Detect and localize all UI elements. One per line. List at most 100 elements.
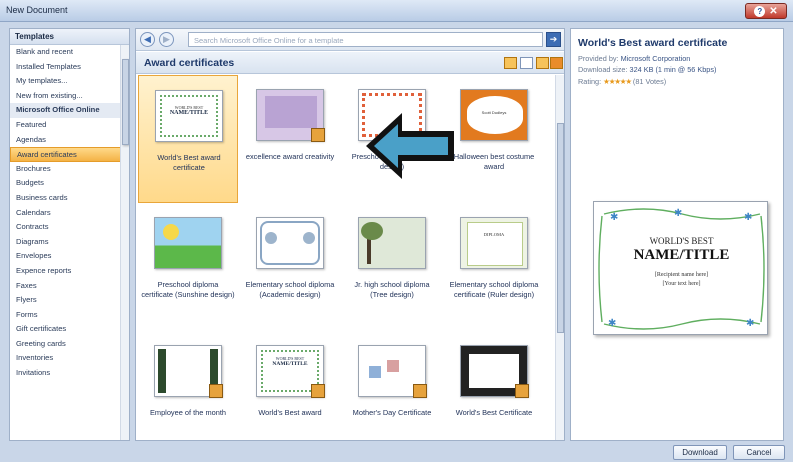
thumb-text: NAME/TITLE — [272, 361, 308, 367]
template-tile[interactable]: Preschool diploma certificate (Sunshine … — [138, 203, 238, 331]
sidebar-item[interactable]: Flyers — [10, 293, 129, 308]
sidebar-item[interactable]: Gift certificates — [10, 322, 129, 337]
search-input[interactable]: Search Microsoft Office Online for a tem… — [188, 32, 543, 47]
sidebar-item[interactable]: Invitations — [10, 366, 129, 381]
svg-text:✱: ✱ — [608, 318, 616, 329]
thumb-text: NAME/TITLE — [169, 110, 209, 116]
gallery-title: Award certificates — [144, 57, 235, 69]
size-value: 324 KB (1 min @ 56 Kbps) — [629, 65, 717, 74]
rating-label: Rating: — [578, 77, 602, 86]
certificate-thumbnail: WORLD'S BEST NAME/TITLE — [256, 345, 325, 398]
rating-stars-icon: ★★★★★ — [603, 77, 632, 86]
templates-sidebar: Templates Blank and recent Installed Temp… — [9, 28, 130, 441]
svg-text:✱: ✱ — [746, 318, 754, 329]
sidebar-list: Blank and recent Installed Templates My te… — [10, 45, 129, 381]
template-tile[interactable]: excellence award creativity — [240, 75, 340, 203]
scroll-thumb[interactable] — [557, 123, 564, 333]
template-label: excellence award creativity — [245, 152, 335, 161]
template-label: Halloween best costume award — [453, 152, 535, 171]
download-badge-icon — [311, 128, 325, 142]
certificate-thumbnail: WORLD'S BEST NAME/TITLE — [155, 90, 223, 142]
sidebar-item[interactable]: New from existing... — [10, 89, 129, 104]
preview-heading: WORLD'S BEST — [649, 236, 714, 246]
sidebar-item[interactable]: Greeting cards — [10, 337, 129, 352]
template-label: World's Best Certificate — [455, 408, 533, 417]
template-tile[interactable]: Employee of the month — [138, 331, 238, 459]
template-tile[interactable]: World's Best Certificate — [444, 331, 544, 459]
gallery-header: Award certificates — [136, 52, 564, 74]
template-tile[interactable]: WORLD'S BEST NAME/TITLE World's Best awa… — [138, 75, 238, 203]
sidebar-item[interactable]: Forms — [10, 308, 129, 323]
sidebar-item[interactable]: Faxes — [10, 279, 129, 294]
sidebar-item[interactable]: Installed Templates — [10, 60, 129, 75]
sort-icon[interactable] — [504, 57, 517, 69]
sidebar-item[interactable]: Agendas — [10, 133, 129, 148]
sidebar-item[interactable]: Envelopes — [10, 249, 129, 264]
help-icon[interactable]: ? — [754, 5, 766, 17]
thumb-text: DIPLOMA — [483, 232, 505, 237]
template-tile[interactable]: Scott Dudleys Halloween best costume awa… — [444, 75, 544, 203]
template-tile[interactable]: DIPLOMA Elementary school diploma certif… — [444, 203, 544, 331]
certificate-thumbnail — [358, 345, 427, 398]
sidebar-item[interactable]: My templates... — [10, 74, 129, 89]
template-label: World's Best award certificate — [157, 153, 221, 172]
certificate-thumbnail: DIPLOMA — [460, 217, 528, 269]
download-badge-icon — [311, 384, 325, 398]
sidebar-item[interactable]: Award certificates — [10, 147, 129, 162]
download-button[interactable]: Download — [673, 445, 727, 460]
rating-votes: (81 Votes) — [632, 77, 667, 86]
template-label: Preschool diploma certificate (Sunshine … — [141, 280, 235, 299]
sidebar-item[interactable]: Business cards — [10, 191, 129, 206]
window-controls[interactable]: ? ✕ — [745, 3, 787, 19]
template-label: World's Best award — [258, 408, 322, 417]
details-title: World's Best award certificate — [578, 37, 728, 49]
template-preview: ✱ ✱ ✱ ✱ ✱ WORLD'S BEST NAME/TITLE [Recip… — [593, 201, 768, 335]
certificate-thumbnail: Scott Dudleys — [460, 89, 528, 141]
provided-label: Provided by: — [578, 54, 619, 63]
certificate-thumbnail — [256, 217, 324, 269]
forward-arrow-icon[interactable]: ▶ — [159, 32, 174, 47]
download-badge-icon — [515, 384, 529, 398]
back-arrow-icon[interactable]: ◀ — [140, 32, 155, 47]
thumb-text: Scott Dudleys — [481, 110, 507, 115]
template-label: Mother's Day Certificate — [352, 408, 432, 417]
certificate-thumbnail — [154, 345, 223, 398]
close-icon[interactable]: ✕ — [769, 6, 777, 17]
scroll-thumb[interactable] — [122, 59, 129, 145]
size-label: Download size: — [578, 65, 628, 74]
template-tile[interactable]: WORLD'S BEST NAME/TITLE World's Best awa… — [240, 331, 340, 459]
sidebar-item[interactable]: Blank and recent — [10, 45, 129, 60]
template-label: Elementary school diploma (Academic desi… — [245, 280, 335, 299]
sidebar-item[interactable]: Expence reports — [10, 264, 129, 279]
sidebar-item[interactable]: Inventories — [10, 351, 129, 366]
cancel-button[interactable]: Cancel — [733, 445, 785, 460]
sidebar-item[interactable]: Contracts — [10, 220, 129, 235]
template-label: Jr. high school diploma (Tree design) — [354, 280, 430, 299]
gallery-scrollbar[interactable] — [555, 75, 564, 440]
sidebar-scrollbar[interactable] — [120, 45, 129, 440]
sort-order-icon[interactable] — [520, 57, 533, 69]
template-label: Employee of the month — [149, 408, 226, 417]
template-label: Elementary school diploma certificate (R… — [449, 280, 539, 299]
certificate-thumbnail — [460, 345, 529, 398]
preview-name: NAME/TITLE — [633, 247, 730, 263]
large-view-icon[interactable] — [536, 57, 549, 69]
vine-border-icon: ✱ ✱ ✱ ✱ ✱ — [598, 208, 765, 330]
small-view-icon[interactable] — [550, 57, 563, 69]
template-tile[interactable]: Elementary school diploma (Academic desi… — [240, 203, 340, 331]
go-arrow-icon[interactable]: ➔ — [546, 32, 561, 47]
sidebar-item[interactable]: Featured — [10, 118, 129, 133]
download-badge-icon — [413, 384, 427, 398]
provided-by: Provided by: Microsoft Corporation — [578, 54, 690, 63]
sidebar-item[interactable]: Microsoft Office Online — [10, 103, 129, 118]
svg-text:✱: ✱ — [674, 208, 682, 219]
template-tile[interactable]: Jr. high school diploma (Tree design) — [342, 203, 442, 331]
sidebar-item[interactable]: Brochures — [10, 162, 129, 177]
sidebar-item[interactable]: Diagrams — [10, 235, 129, 250]
template-tile[interactable]: Mother's Day Certificate — [342, 331, 442, 459]
svg-text:✱: ✱ — [744, 212, 752, 223]
svg-text:✱: ✱ — [610, 212, 618, 223]
sidebar-item[interactable]: Calendars — [10, 206, 129, 221]
sidebar-item[interactable]: Budgets — [10, 176, 129, 191]
template-gallery: ◀ ▶ Search Microsoft Office Online for a… — [135, 28, 565, 441]
